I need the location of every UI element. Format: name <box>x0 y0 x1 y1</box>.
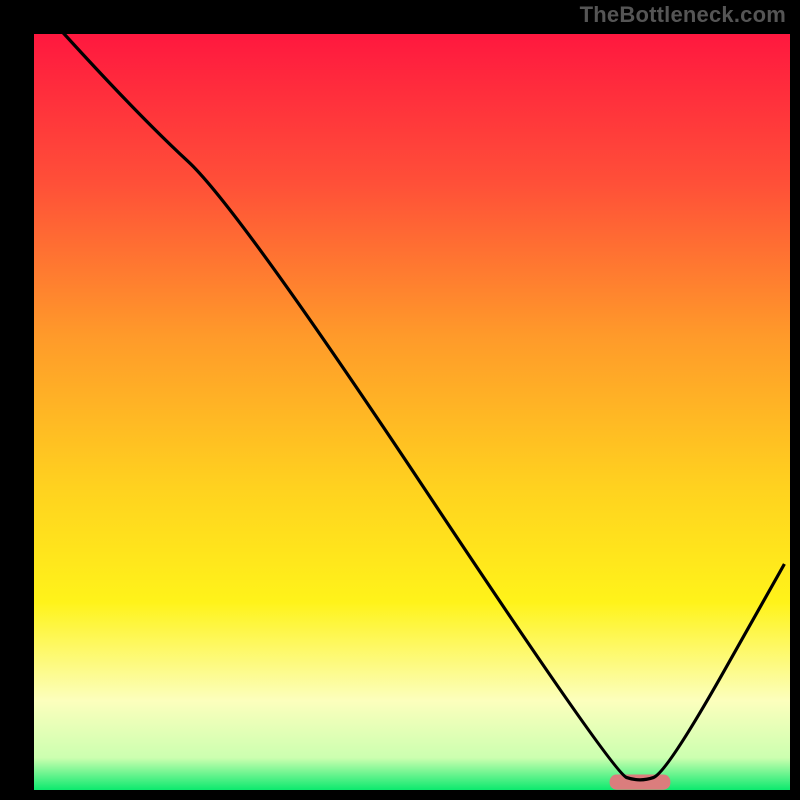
plot-background <box>32 32 792 792</box>
sweet-spot-marker <box>610 775 671 790</box>
bottleneck-chart <box>0 0 800 800</box>
chart-frame <box>0 0 800 800</box>
watermark-text: TheBottleneck.com <box>580 2 786 28</box>
